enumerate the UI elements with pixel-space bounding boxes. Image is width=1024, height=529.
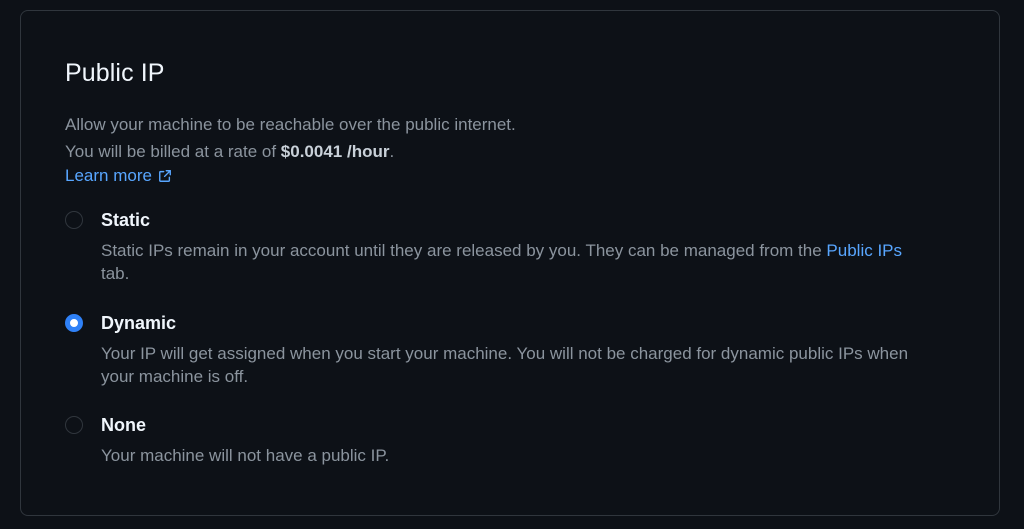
option-none-label[interactable]: None [101, 414, 146, 436]
radio-none[interactable] [65, 416, 83, 434]
billing-line: You will be billed at a rate of $0.0041 … [65, 138, 516, 165]
radio-static[interactable] [65, 211, 83, 229]
section-title: Public IP [65, 59, 165, 87]
billing-suffix: . [389, 142, 395, 161]
billing-price: $0.0041 /hour [280, 142, 390, 161]
public-ips-tab-link[interactable]: Public IPs [826, 241, 902, 260]
public-ip-card: Public IP Allow your machine to be reach… [20, 10, 1000, 516]
external-link-icon [158, 170, 171, 182]
option-dynamic-description: Your IP will get assigned when you start… [101, 344, 909, 386]
billing-prefix: You will be billed at a rate of [65, 142, 281, 161]
option-static-description: Static IPs remain in your account until … [101, 241, 903, 283]
learn-more-label: Learn more [65, 166, 152, 185]
section-description: Allow your machine to be reachable over … [65, 111, 516, 165]
option-none-description: Your machine will not have a public IP. [101, 446, 390, 465]
option-dynamic-label[interactable]: Dynamic [101, 312, 176, 334]
learn-more-link[interactable]: Learn more [65, 164, 172, 188]
option-dynamic[interactable]: Dynamic Your IP will get assigned when y… [65, 312, 965, 392]
radio-dynamic[interactable] [65, 314, 83, 332]
option-static-label[interactable]: Static [101, 209, 150, 231]
description-line: Allow your machine to be reachable over … [65, 115, 516, 134]
option-static[interactable]: Static Static IPs remain in your account… [65, 209, 965, 289]
option-none[interactable]: None Your machine will not have a public… [65, 414, 965, 474]
